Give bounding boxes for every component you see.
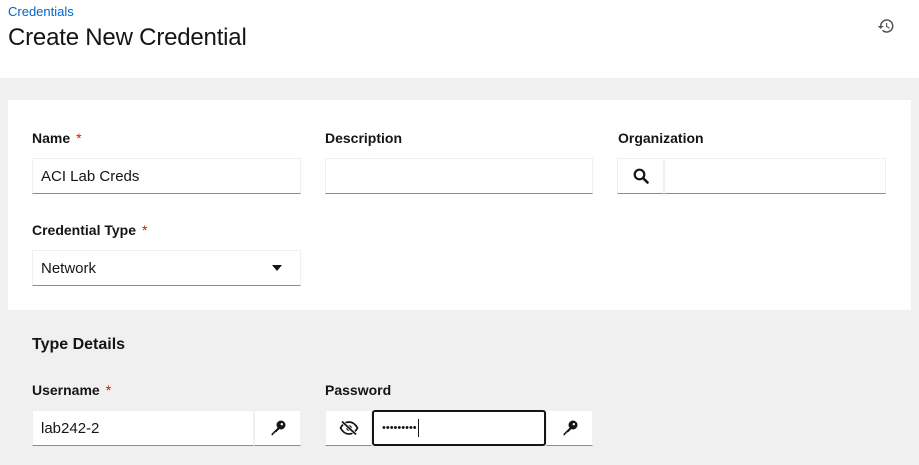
breadcrumb-credentials-link[interactable]: Credentials bbox=[8, 4, 74, 19]
organization-input[interactable] bbox=[664, 158, 886, 194]
toggle-password-visibility-button[interactable] bbox=[325, 410, 372, 446]
text-cursor bbox=[417, 419, 419, 437]
name-required-mark: * bbox=[76, 130, 82, 146]
organization-label: Organization bbox=[618, 130, 704, 146]
description-label: Description bbox=[325, 130, 403, 146]
eye-slash-icon bbox=[338, 420, 359, 436]
password-input[interactable]: ••••••••• bbox=[372, 410, 546, 446]
search-icon bbox=[633, 168, 649, 184]
username-input[interactable] bbox=[32, 410, 254, 446]
credential-type-required-mark: * bbox=[142, 222, 148, 238]
credential-type-value: Network bbox=[41, 259, 97, 277]
name-input[interactable] bbox=[32, 158, 301, 194]
description-input[interactable] bbox=[325, 158, 593, 194]
page-title: Create New Credential bbox=[8, 24, 247, 51]
organization-search-button[interactable] bbox=[617, 158, 664, 194]
history-icon bbox=[877, 19, 894, 33]
password-masked-value: ••••••••• bbox=[382, 421, 417, 434]
username-required-mark: * bbox=[105, 382, 112, 398]
caret-down-icon bbox=[272, 265, 282, 271]
username-key-button[interactable] bbox=[254, 410, 301, 446]
username-label: Username * bbox=[32, 382, 112, 398]
key-icon bbox=[563, 420, 577, 436]
type-details-title: Type Details bbox=[32, 336, 126, 353]
credential-type-select[interactable]: Network bbox=[32, 250, 301, 286]
key-icon bbox=[271, 420, 285, 436]
page-header: Credentials Create New Credential bbox=[0, 0, 919, 78]
password-key-button[interactable] bbox=[546, 410, 593, 446]
credential-type-label: Credential Type * bbox=[32, 222, 148, 238]
password-label: Password bbox=[325, 382, 392, 398]
history-button[interactable] bbox=[874, 14, 898, 38]
name-label: Name * bbox=[32, 130, 82, 146]
